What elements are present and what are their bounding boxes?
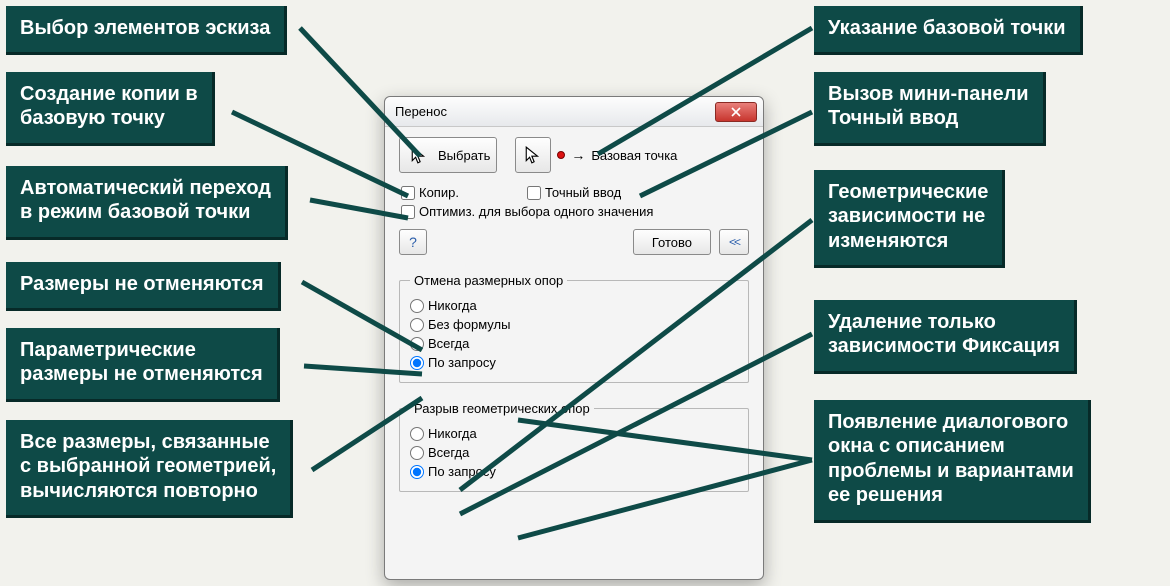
dialog-body: Выбрать → Базовая точка Копир. Точ [385,127,763,504]
g2-r2[interactable]: Всегда [410,445,738,460]
g1-r2-label: Без формулы [428,317,510,332]
help-icon: ? [409,234,417,250]
help-button[interactable]: ? [399,229,427,255]
basepoint-button[interactable] [515,137,551,173]
annot-create-copy: Создание копии в базовую точку [6,72,215,146]
g1-r4-label: По запросу [428,355,496,370]
copy-checkbox[interactable]: Копир. [401,185,459,200]
optimize-checkbox[interactable]: Оптимиз. для выбора одного значения [401,204,653,219]
optimize-label: Оптимиз. для выбора одного значения [419,204,653,219]
close-icon [731,107,741,117]
g2-r3[interactable]: По запросу [410,464,738,479]
precise-checkbox[interactable]: Точный ввод [527,185,621,200]
g1-r2[interactable]: Без формулы [410,317,738,332]
annot-precise-input: Вызов мини-панели Точный ввод [814,72,1046,146]
red-dot-icon [557,151,565,159]
g1-r3[interactable]: Всегда [410,336,738,351]
g1-r4[interactable]: По запросу [410,355,738,370]
cursor-icon [406,142,432,168]
move-dialog: Перенос Выбрать → Базовая точка [384,96,764,580]
annot-auto-basepoint: Автоматический переход в режим базовой т… [6,166,288,240]
group2-legend: Разрыв геометрических опор [410,401,594,416]
group-cancel-dims: Отмена размерных опор Никогда Без формул… [399,273,749,383]
annot-delete-fix: Удаление только зависимости Фиксация [814,300,1077,374]
select-button[interactable]: Выбрать [399,137,497,173]
titlebar: Перенос [385,97,763,127]
copy-label: Копир. [419,185,459,200]
annot-dialog-appear: Появление диалогового окна с описанием п… [814,400,1091,523]
dialog-title: Перенос [395,104,715,119]
arrow-right-icon: → [571,147,585,163]
close-button[interactable] [715,102,757,122]
g2-r1-label: Никогда [428,426,477,441]
g2-r1[interactable]: Никогда [410,426,738,441]
precise-label: Точный ввод [545,185,621,200]
g1-r1-label: Никогда [428,298,477,313]
annot-geom-deps: Геометрические зависимости не изменяются [814,170,1005,268]
tool-row: Выбрать → Базовая точка [399,137,749,173]
basepoint-label: Базовая точка [591,148,677,163]
annot-dims-not-cancel: Размеры не отменяются [6,262,281,311]
action-row: ? Готово << [399,229,749,255]
g2-r3-label: По запросу [428,464,496,479]
select-label: Выбрать [438,148,490,163]
annot-all-dims-recalc: Все размеры, связанные с выбранной геоме… [6,420,293,518]
g1-r3-label: Всегда [428,336,469,351]
annot-parametric-dims: Параметрические размеры не отменяются [6,328,280,402]
g1-r1[interactable]: Никогда [410,298,738,313]
cursor-icon [520,142,546,168]
collapse-button[interactable]: << [719,229,749,255]
check-row-2: Оптимиз. для выбора одного значения [401,204,749,219]
annot-select-elements: Выбор элементов эскиза [6,6,287,55]
check-row-1: Копир. Точный ввод [401,185,749,200]
done-button[interactable]: Готово [633,229,711,255]
group-break-geom: Разрыв геометрических опор Никогда Всегд… [399,401,749,492]
g2-r2-label: Всегда [428,445,469,460]
annot-basepoint-spec: Указание базовой точки [814,6,1083,55]
group1-legend: Отмена размерных опор [410,273,567,288]
